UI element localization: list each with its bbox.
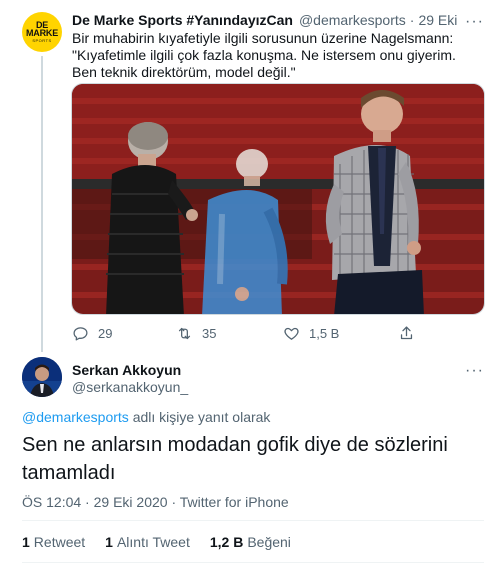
- handle[interactable]: @demarkesports: [299, 12, 406, 28]
- tweet-meta: ÖS 12:04 · 29 Eki 2020 · Twitter for iPh…: [22, 494, 289, 510]
- tweet-source[interactable]: Twitter for iPhone: [180, 494, 289, 510]
- quotes-value: 1: [105, 534, 113, 550]
- retweet-count: 35: [202, 325, 217, 341]
- retweets-stat[interactable]: 1 Retweet: [22, 534, 85, 552]
- meta-separator: ·: [171, 494, 177, 510]
- tweet-actions: 29 35 1,5 B: [72, 323, 492, 343]
- avatar-text-line3: SPORTS: [32, 38, 52, 43]
- reply-tweet-text: Sen ne anlarsın modadan gofik diye de sö…: [22, 434, 448, 484]
- reply-mention-link[interactable]: @demarkesports: [22, 409, 129, 425]
- avatar-text-line2: MARKE: [26, 28, 58, 38]
- avatar-demarke[interactable]: DE MARKE SPORTS: [22, 12, 62, 52]
- like-button[interactable]: 1,5 B: [283, 323, 339, 343]
- reply-context-suffix: adlı kişiye yanıt olarak: [128, 409, 271, 425]
- share-button[interactable]: [398, 323, 424, 343]
- tweet-text: Bir muhabirin kıyafetiyle ilgili sorusun…: [72, 30, 456, 80]
- likes-label: Beğeni: [247, 534, 291, 550]
- likes-stat[interactable]: 1,2 B Beğeni: [210, 534, 291, 552]
- avatar-photo: [22, 357, 62, 397]
- reply-button[interactable]: 29: [72, 323, 112, 343]
- reply-count: 29: [98, 325, 113, 341]
- retweets-value: 1: [22, 534, 30, 550]
- display-name[interactable]: De Marke Sports #YanındayızCan: [72, 12, 293, 28]
- more-icon[interactable]: ···: [465, 14, 484, 30]
- retweet-button[interactable]: 35: [176, 323, 216, 343]
- tweet-date[interactable]: 29 Eki: [418, 12, 457, 28]
- divider: [22, 562, 484, 563]
- reply-display-name[interactable]: Serkan Akkoyun: [72, 362, 181, 378]
- thread-line: [41, 56, 43, 352]
- more-icon[interactable]: ···: [465, 363, 484, 379]
- meta-separator: ·: [85, 494, 90, 510]
- tweet-header: De Marke Sports #YanındayızCan @demarkes…: [72, 11, 482, 29]
- reply-handle[interactable]: @serkanakkoyun_: [72, 379, 188, 395]
- tweet-full-date[interactable]: 29 Eki 2020: [94, 494, 168, 510]
- retweet-icon: [178, 327, 191, 339]
- divider: [22, 520, 484, 521]
- reply-context: @demarkesports adlı kişiye yanıt olarak: [22, 409, 270, 425]
- tweet-photo[interactable]: [71, 83, 485, 315]
- quotes-label: Alıntı Tweet: [116, 534, 190, 550]
- avatar-serkan[interactable]: [22, 357, 62, 397]
- share-icon: [400, 325, 413, 339]
- tweet-time[interactable]: ÖS 12:04: [22, 494, 81, 510]
- parent-tweet[interactable]: DE MARKE SPORTS De Marke Sports #Yanında…: [0, 0, 500, 352]
- photo-illustration: [72, 84, 484, 314]
- likes-value: 1,2 B: [209, 534, 244, 550]
- retweets-label: Retweet: [33, 534, 86, 550]
- like-icon: [284, 327, 299, 340]
- quotes-stat[interactable]: 1 Alıntı Tweet: [105, 534, 190, 552]
- like-count: 1,5 B: [309, 325, 340, 341]
- separator: ·: [409, 12, 415, 28]
- tweet-stats: 1 Retweet 1 Alıntı Tweet 1,2 B Beğeni: [22, 534, 311, 552]
- reply-icon: [73, 326, 88, 341]
